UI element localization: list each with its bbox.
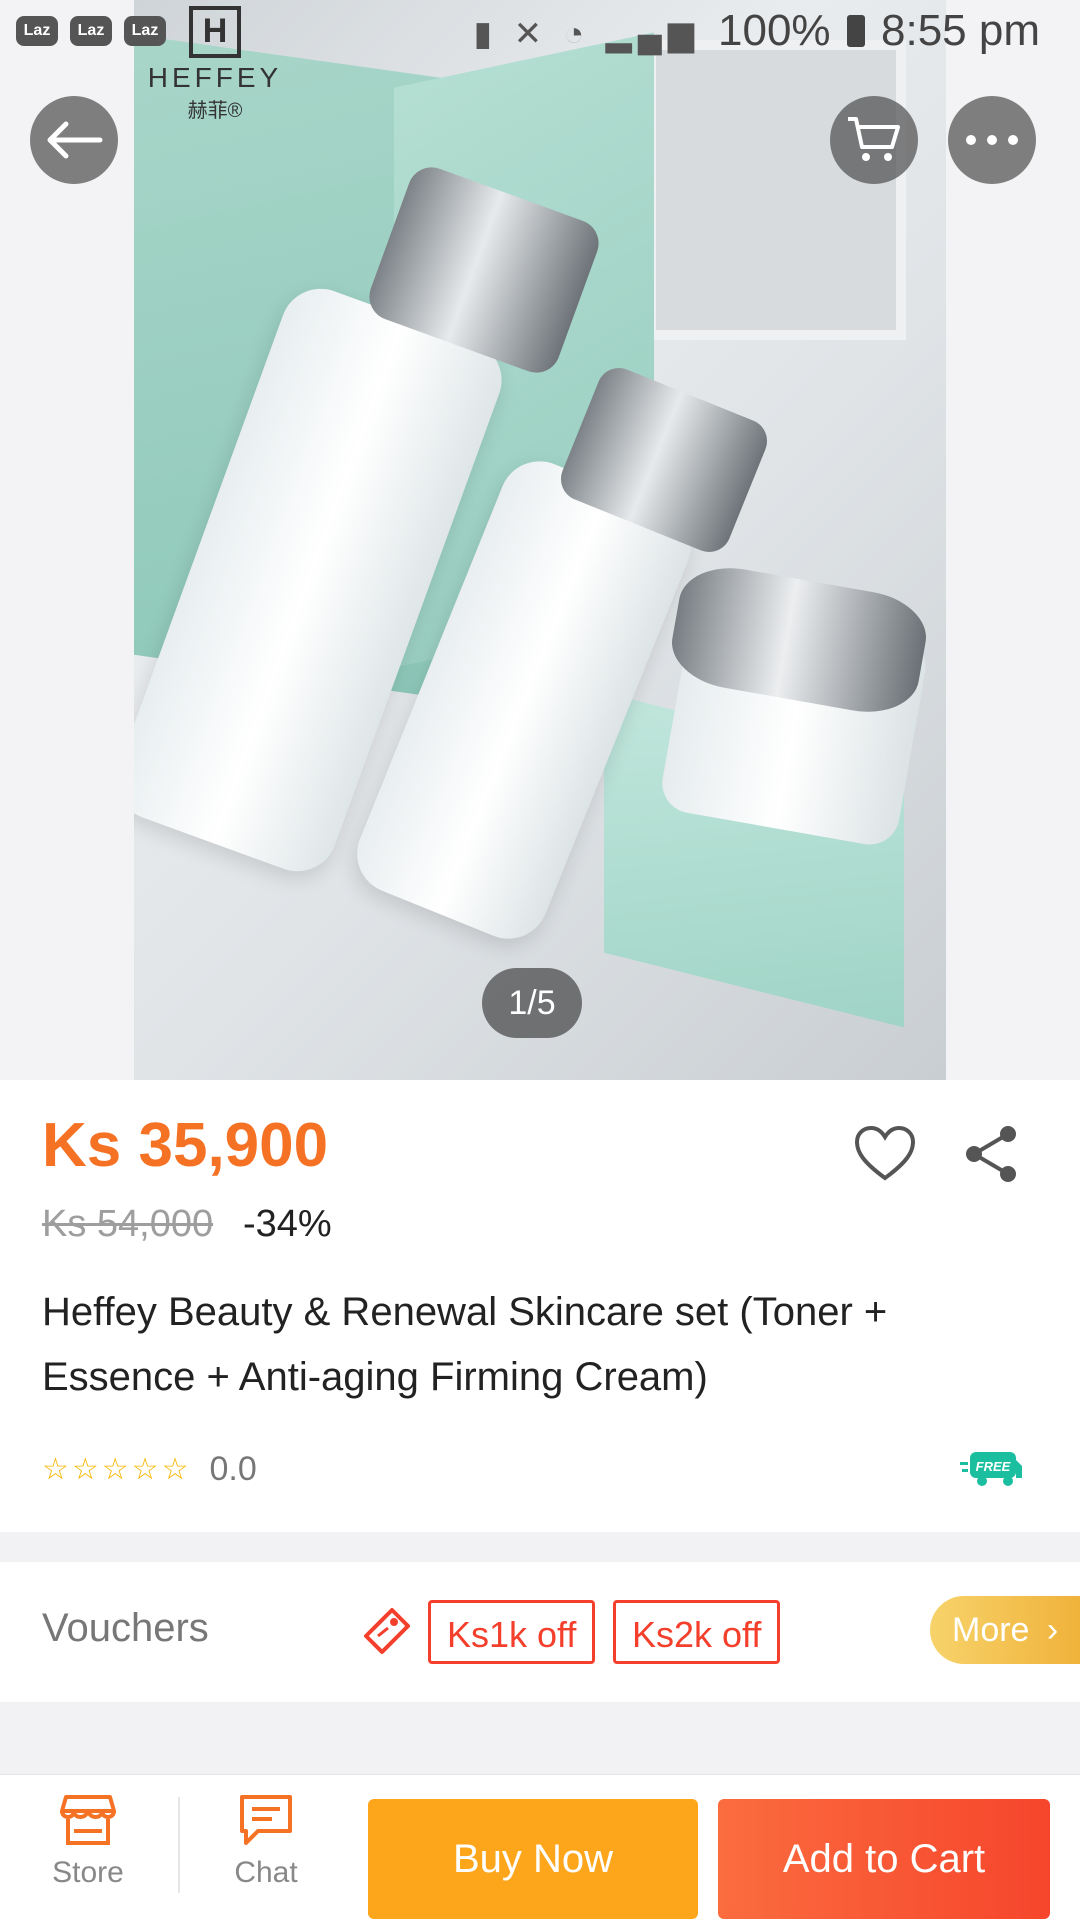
cart-icon xyxy=(848,117,900,161)
more-vouchers-label: More xyxy=(952,1611,1030,1649)
store-button[interactable]: Store xyxy=(18,1793,158,1890)
voucher-chip[interactable]: Ks1k off xyxy=(428,1600,596,1664)
share-button[interactable] xyxy=(962,1124,1026,1188)
wishlist-button[interactable] xyxy=(853,1124,917,1188)
chat-icon xyxy=(240,1795,292,1845)
vouchers-label: Vouchers xyxy=(42,1606,209,1650)
product-photo[interactable] xyxy=(134,0,946,1080)
share-icon xyxy=(966,1126,1016,1182)
rating-value: 0.0 xyxy=(209,1450,257,1488)
store-icon xyxy=(60,1795,116,1845)
cart-button[interactable] xyxy=(830,96,918,184)
status-icons: ▮ ✕ ◔ ▂▄▆ xyxy=(473,14,700,54)
status-right: 100% 8:55 pm xyxy=(718,6,1040,56)
voucher-chip[interactable]: Ks2k off xyxy=(613,1600,781,1664)
chat-label: Chat xyxy=(234,1856,298,1889)
discount-percent: -34% xyxy=(243,1203,332,1245)
vouchers-section[interactable]: Vouchers Ks1k off Ks2k off More › xyxy=(0,1562,1080,1702)
mute-icon: ✕ xyxy=(513,15,549,53)
product-title: Heffey Beauty & Renewal Skincare set (To… xyxy=(42,1290,888,1399)
free-badge-text: FREE xyxy=(976,1459,1011,1474)
clock: 8:55 pm xyxy=(881,6,1040,55)
wifi-icon: ◔ xyxy=(563,15,591,53)
battery-percent: 100% xyxy=(718,6,831,55)
heart-icon xyxy=(854,1125,916,1181)
chat-button[interactable]: Chat xyxy=(196,1793,336,1890)
status-bar: Laz Laz Laz ▮ ✕ ◔ ▂▄▆ 100% 8:55 pm xyxy=(0,0,1080,64)
bottom-bar-divider xyxy=(178,1797,180,1893)
image-page-indicator: 1/5 xyxy=(482,968,582,1038)
product-image-gallery[interactable]: H HEFFEY 赫菲® 1/5 xyxy=(0,0,1080,1080)
free-shipping-badge: FREE xyxy=(960,1450,1022,1493)
brand-logo-sub: 赫菲® xyxy=(187,100,243,122)
rating-stars: ☆☆☆☆☆ xyxy=(42,1453,192,1486)
original-price: Ks 54,000 xyxy=(42,1203,214,1245)
background-shelf xyxy=(646,40,906,340)
recycle-battery-icon: ▮ xyxy=(473,15,499,53)
battery-icon xyxy=(846,15,865,47)
back-button[interactable] xyxy=(30,96,118,184)
signal-icon: ▂▄▆ xyxy=(605,15,700,53)
voucher-ticket-icon xyxy=(364,1606,412,1661)
rating[interactable]: ☆☆☆☆☆ 0.0 xyxy=(42,1450,257,1489)
more-vouchers-button[interactable]: More › xyxy=(930,1596,1080,1664)
add-to-cart-button[interactable]: Add to Cart xyxy=(718,1799,1050,1919)
product-info: Ks 35,900 Ks 54,000 -34% Heffey Beauty &… xyxy=(0,1080,1080,1532)
chevron-right-icon: › xyxy=(1046,1611,1059,1649)
brand-logo-name: HEFFEY xyxy=(147,62,283,93)
arrow-left-icon xyxy=(47,121,103,159)
free-delivery-icon: FREE xyxy=(960,1452,1022,1486)
more-dots-icon xyxy=(966,135,1018,145)
lazada-notification-icon: Laz xyxy=(70,16,112,46)
product-price: Ks 35,900 xyxy=(42,1111,329,1180)
more-options-button[interactable] xyxy=(948,96,1036,184)
lazada-notification-icon: Laz xyxy=(16,16,58,46)
store-label: Store xyxy=(52,1856,124,1889)
bottom-action-bar: Store Chat Buy Now Add to Cart xyxy=(0,1774,1080,1921)
buy-now-button[interactable]: Buy Now xyxy=(368,1799,698,1919)
lazada-notification-icon: Laz xyxy=(124,16,166,46)
